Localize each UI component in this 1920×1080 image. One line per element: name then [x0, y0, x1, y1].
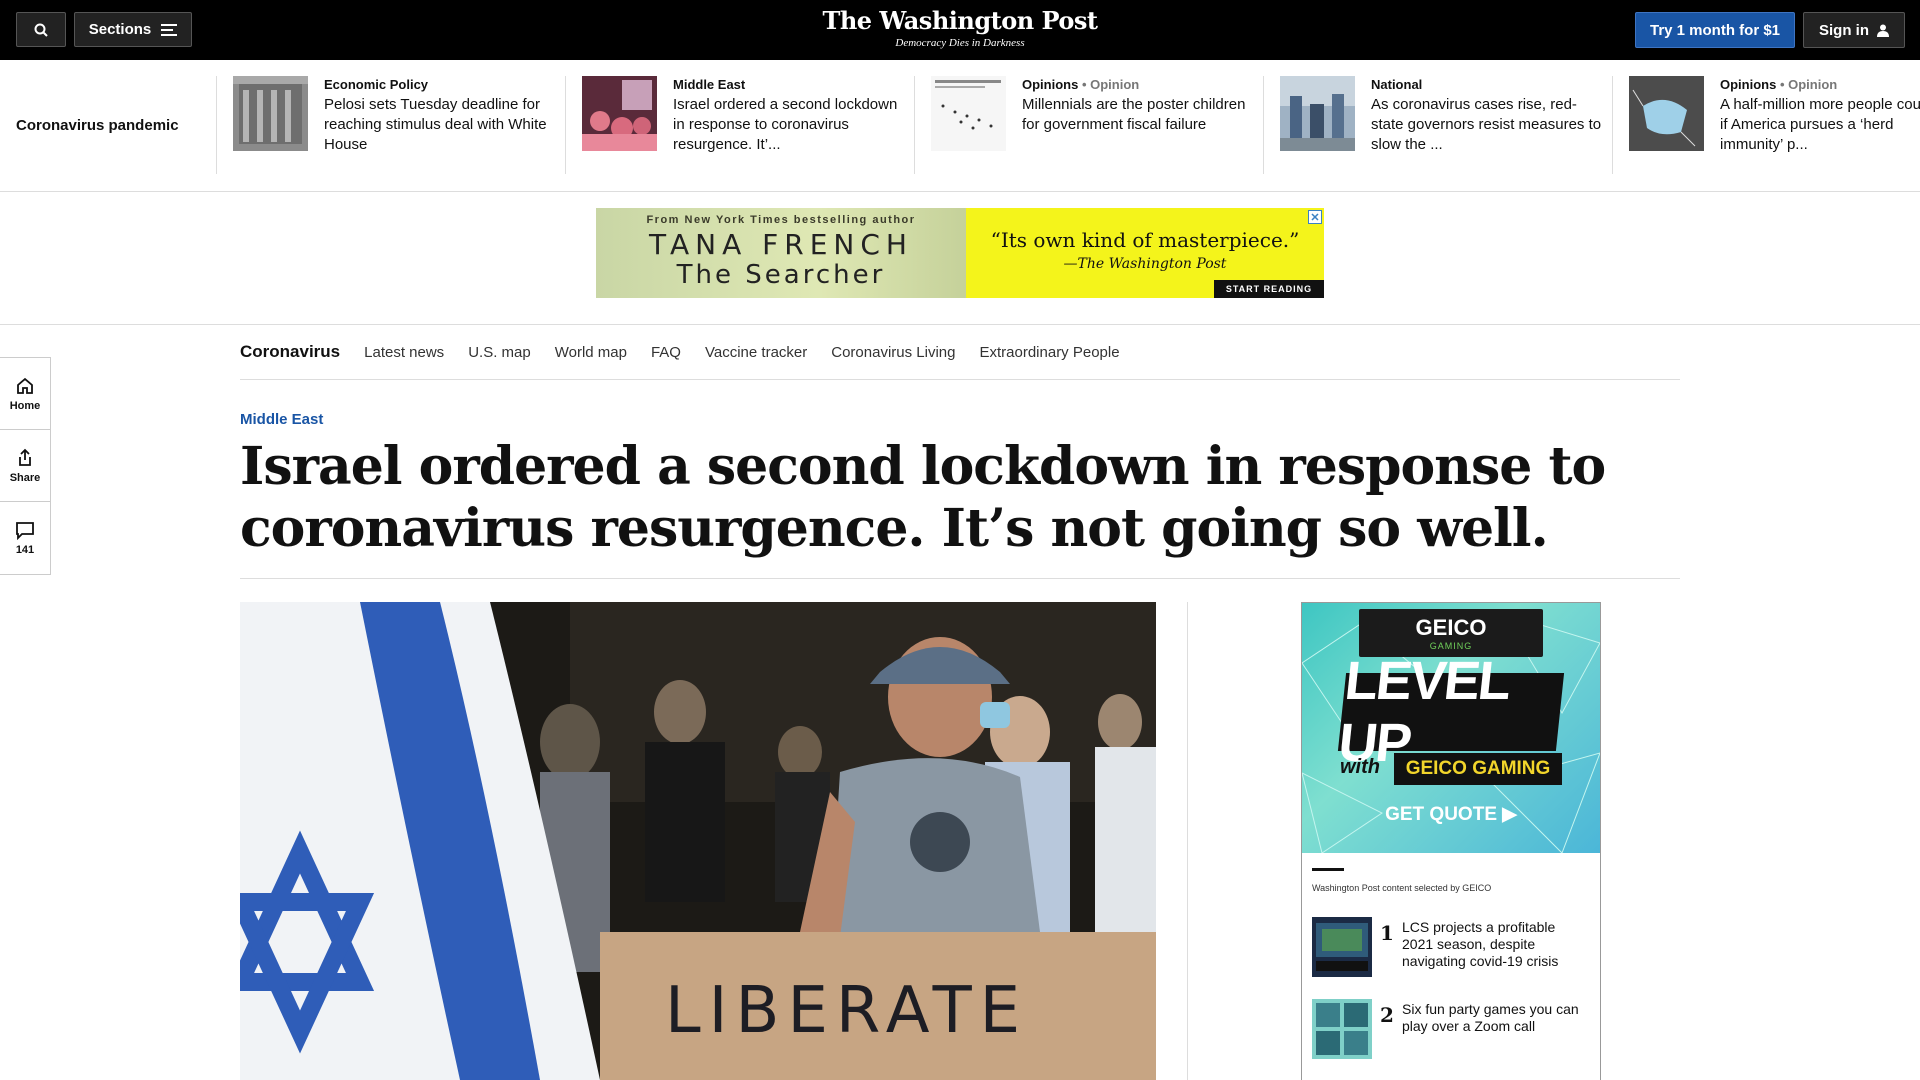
divider: [216, 76, 217, 174]
get-quote-button[interactable]: GET QUOTE ▶: [1302, 803, 1600, 826]
home-icon: [17, 377, 33, 394]
article-kicker[interactable]: Middle East: [240, 411, 323, 428]
sign-in-button[interactable]: Sign in: [1803, 12, 1905, 48]
trending-card[interactable]: Opinions • Opinion Millennials are the p…: [931, 76, 1261, 176]
card-kicker: Opinions • Opinion: [1022, 77, 1139, 92]
comments-button[interactable]: 141: [0, 502, 50, 574]
start-reading-button[interactable]: START READING: [1214, 280, 1324, 298]
card-thumbnail: [1629, 76, 1704, 151]
card-thumbnail: [1280, 76, 1355, 151]
subnav-link-extraordinary-people[interactable]: Extraordinary People: [979, 344, 1119, 361]
site-logo[interactable]: The Washington Post Democracy Dies in Da…: [0, 6, 1920, 49]
opinion-label: • Opinion: [1081, 77, 1140, 92]
level-up-text: LEVEL UP: [1336, 651, 1565, 773]
divider: [1263, 76, 1264, 174]
subscribe-button[interactable]: Try 1 month for $1: [1635, 12, 1795, 48]
card-thumbnail: [931, 76, 1006, 151]
subnav-link-us-map[interactable]: U.S. map: [468, 344, 531, 361]
article-headline: Israel ordered a second lockdown in resp…: [240, 436, 1606, 559]
card-headline: As coronavirus cases rise, red-state gov…: [1371, 96, 1602, 153]
card-kicker: Economic Policy: [324, 77, 429, 92]
home-label: Home: [9, 399, 41, 412]
trending-label[interactable]: Coronavirus pandemic: [16, 117, 179, 134]
card-headline: Israel ordered a second lockdown in resp…: [673, 96, 898, 153]
trending-card[interactable]: National As coronavirus cases rise, red-…: [1280, 76, 1610, 176]
geico-logo-text: GEICO: [1415, 615, 1487, 640]
section-subnav: Coronavirus Latest news U.S. map World m…: [240, 325, 1680, 380]
ad-quote: “Its own kind of masterpiece.”: [990, 228, 1300, 252]
lead-photo: LIBERATE: [240, 602, 1156, 1080]
trending-card[interactable]: Opinions • Opinion A half-million more p…: [1629, 76, 1920, 176]
trending-strip: Coronavirus pandemic Economic Policy Pel…: [0, 60, 1920, 192]
subnav-link-coronavirus-living[interactable]: Coronavirus Living: [831, 344, 955, 361]
share-icon: [19, 448, 31, 466]
subnav-link-faq[interactable]: FAQ: [651, 344, 681, 361]
user-icon: [1877, 24, 1889, 37]
divider: [565, 76, 566, 174]
ad-close-icon[interactable]: ✕: [1308, 210, 1322, 224]
sponsored-item[interactable]: 1 LCS projects a profitable 2021 season,…: [1312, 917, 1592, 979]
logo-name: The Washington Post: [822, 6, 1098, 35]
trending-card[interactable]: Middle East Israel ordered a second lock…: [582, 76, 912, 176]
ad-book-title: The Searcher: [676, 260, 886, 290]
top-ad-container: From New York Times bestselling author T…: [0, 192, 1920, 325]
book-ad-banner[interactable]: From New York Times bestselling author T…: [596, 208, 1324, 298]
sign-in-label: Sign in: [1819, 21, 1869, 39]
share-button[interactable]: Share: [0, 430, 50, 502]
ad-from-text: From New York Times bestselling author: [646, 214, 916, 226]
left-action-rail: Home Share 141: [0, 357, 51, 575]
subnav-link-world-map[interactable]: World map: [555, 344, 627, 361]
card-kicker-section: Opinions: [1720, 77, 1777, 92]
card-thumbnail: [582, 76, 657, 151]
opinion-label: • Opinion: [1779, 77, 1838, 92]
divider: [1612, 76, 1613, 174]
card-kicker: National: [1371, 77, 1423, 92]
share-label: Share: [9, 471, 41, 484]
card-headline: Pelosi sets Tuesday deadline for reachin…: [324, 96, 547, 153]
item-title: Six fun party games you can play over a …: [1402, 1001, 1579, 1034]
geico-gaming-text: GEICO GAMING: [1394, 753, 1562, 785]
protest-photo-illustration: LIBERATE: [240, 602, 1156, 1080]
card-kicker: Opinions • Opinion: [1720, 77, 1837, 92]
item-title: LCS projects a profitable 2021 season, d…: [1402, 919, 1559, 969]
geico-ad-banner[interactable]: GEICO GAMING LEVEL UP with GEICO GAMING …: [1302, 603, 1600, 853]
trending-card[interactable]: Economic Policy Pelosi sets Tuesday dead…: [233, 76, 563, 176]
sponsor-note: Washington Post content selected by GEIC…: [1312, 883, 1492, 893]
card-headline: A half-million more people cou die if Am…: [1720, 96, 1920, 153]
item-number: 2: [1380, 1003, 1394, 1027]
item-thumbnail: [1312, 917, 1372, 977]
card-headline: Millennials are the poster children for …: [1022, 96, 1246, 133]
card-kicker-section: Opinions: [1022, 77, 1079, 92]
divider: [1187, 602, 1188, 1080]
item-number: 1: [1380, 921, 1394, 945]
comment-icon: [16, 522, 34, 540]
subnav-title[interactable]: Coronavirus: [240, 342, 340, 362]
divider: [1312, 868, 1344, 871]
top-navigation-bar: Sections The Washington Post Democracy D…: [0, 0, 1920, 60]
card-thumbnail: [233, 76, 308, 151]
logo-tagline: Democracy Dies in Darkness: [895, 37, 1025, 49]
protest-sign-text: LIBERATE: [665, 974, 1028, 1048]
item-thumbnail: [1312, 999, 1372, 1059]
ad-quote-source: —The Washington Post: [1063, 256, 1227, 272]
comment-count: 141: [15, 544, 35, 556]
home-button[interactable]: Home: [0, 358, 50, 430]
geico-sidebar-ad[interactable]: GEICO GAMING LEVEL UP with GEICO GAMING …: [1301, 602, 1601, 1080]
divider: [914, 76, 915, 174]
sponsored-item[interactable]: 2 Six fun party games you can play over …: [1312, 999, 1592, 1061]
ad-author: TANA FRENCH: [649, 228, 913, 261]
with-text: with: [1340, 756, 1380, 778]
card-kicker: Middle East: [673, 77, 746, 92]
subnav-link-latest-news[interactable]: Latest news: [364, 344, 444, 361]
subnav-link-vaccine-tracker[interactable]: Vaccine tracker: [705, 344, 807, 361]
divider: [240, 578, 1680, 579]
ad-left-panel: From New York Times bestselling author T…: [596, 208, 966, 298]
ad-right-panel: “Its own kind of masterpiece.” —The Wash…: [966, 208, 1324, 298]
